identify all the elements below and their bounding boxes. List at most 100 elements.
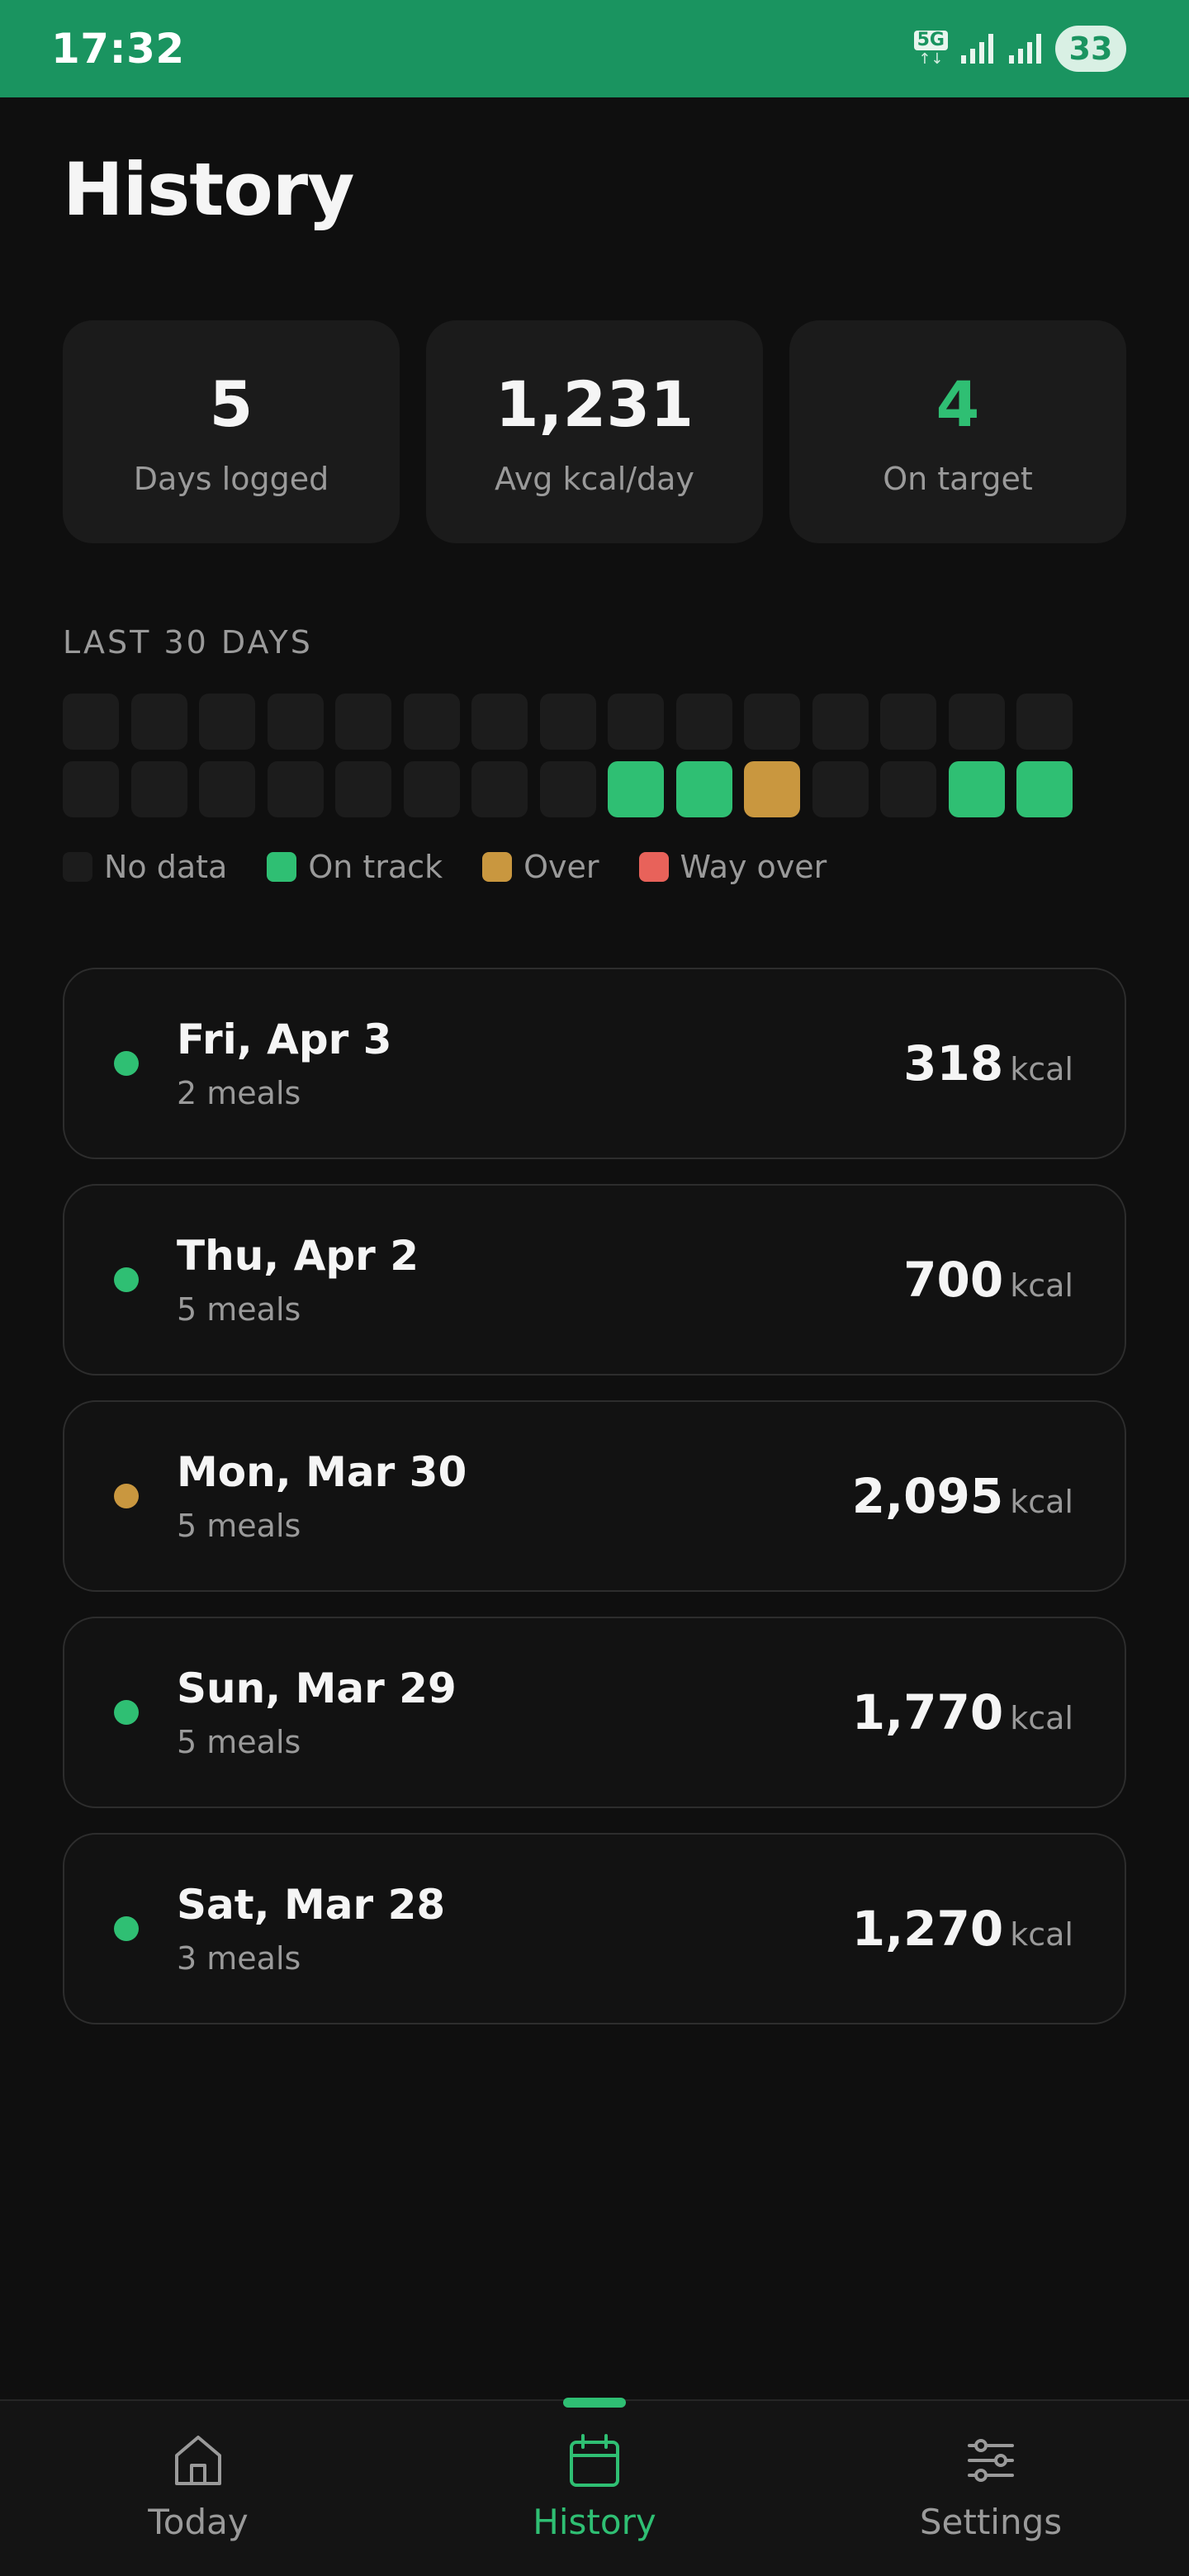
day-kcal-unit: kcal [1010, 1484, 1073, 1520]
nav-item-history[interactable]: History [396, 2398, 793, 2576]
day-kcal-unit: kcal [1010, 1051, 1073, 1087]
calendar-day-cell [63, 694, 119, 750]
page-title: History [63, 147, 354, 232]
calendar-day-cell [539, 761, 596, 817]
day-kcal-unit: kcal [1010, 1267, 1073, 1304]
legend-item-over: Over [482, 849, 599, 885]
status-dot [114, 1916, 139, 1941]
signal-icon [1009, 34, 1041, 64]
legend-swatch [267, 852, 297, 882]
calendar-day-cell [675, 761, 732, 817]
calendar-day-cell [199, 694, 255, 750]
stat-label: Days logged [133, 460, 329, 497]
day-kcal-value: 318 [903, 1035, 1004, 1091]
status-icons: 5G ↑↓ 33 [913, 26, 1126, 72]
calendar-day-cell [1016, 761, 1073, 817]
legend-label: Over [523, 849, 599, 885]
day-card[interactable]: Thu, Apr 2 5 meals 700 kcal [63, 1184, 1126, 1376]
calendar-day-cell [130, 694, 187, 750]
calendar-day-cell [675, 694, 732, 750]
calendar-heatmap [63, 694, 1078, 817]
calendar-day-cell [335, 761, 391, 817]
legend-item-no-data: No data [63, 849, 227, 885]
calendar-day-cell [539, 694, 596, 750]
calendar-day-cell [335, 694, 391, 750]
calendar-day-cell [812, 694, 869, 750]
legend-item-on-track: On track [267, 849, 443, 885]
day-kcal-value: 1,770 [851, 1684, 1004, 1740]
day-meal-count: 5 meals [177, 1724, 301, 1760]
legend-swatch [63, 852, 92, 882]
stat-card-days-logged: 5 Days logged [63, 320, 400, 543]
home-icon [175, 2436, 221, 2485]
calendar-day-cell [63, 761, 119, 817]
calendar-day-cell [403, 694, 460, 750]
day-meal-count: 5 meals [177, 1291, 301, 1328]
status-time: 17:32 [51, 25, 185, 73]
calendar-day-cell [812, 761, 869, 817]
calendar-day-cell [199, 761, 255, 817]
nav-label: Today [148, 2502, 249, 2542]
legend-label: On track [308, 849, 443, 885]
nav-item-today[interactable]: Today [0, 2401, 396, 2576]
legend-label: No data [104, 849, 228, 885]
stat-card-on-target: 4 On target [789, 320, 1126, 543]
day-kcal-value: 700 [903, 1252, 1004, 1308]
nav-label: Settings [919, 2502, 1063, 2542]
day-kcal-value: 2,095 [851, 1468, 1004, 1524]
day-meal-count: 5 meals [177, 1508, 301, 1544]
day-kcal-unit: kcal [1010, 1700, 1073, 1736]
calendar-day-cell [1016, 694, 1073, 750]
stat-card-avg-kcal: 1,231 Avg kcal/day [426, 320, 763, 543]
calendar-day-cell [471, 694, 528, 750]
legend-label: Way over [680, 849, 827, 885]
calendar-day-cell [948, 694, 1005, 750]
active-indicator [563, 2398, 626, 2408]
day-date: Sun, Mar 29 [177, 1664, 457, 1712]
day-date: Sat, Mar 28 [177, 1881, 446, 1929]
calendar-day-cell [403, 761, 460, 817]
day-list: Fri, Apr 3 2 meals 318 kcal Thu, Apr 2 5… [63, 968, 1126, 2024]
signal-icon [961, 34, 993, 64]
legend-swatch [482, 852, 513, 882]
calendar-heading: LAST 30 DAYS [63, 624, 313, 661]
legend-swatch [638, 852, 669, 882]
day-meal-count: 2 meals [177, 1075, 301, 1111]
day-date: Fri, Apr 3 [177, 1016, 392, 1063]
stat-label: On target [883, 460, 1033, 497]
day-card[interactable]: Fri, Apr 3 2 meals 318 kcal [63, 968, 1126, 1159]
calendar-icon [570, 2434, 619, 2487]
legend-item-way-over: Way over [638, 849, 827, 885]
calendar-day-cell [880, 694, 936, 750]
nav-item-settings[interactable]: Settings [793, 2401, 1189, 2576]
calendar-day-cell [608, 694, 664, 750]
calendar-legend: No data On track Over Way over [63, 849, 827, 885]
calendar-day-cell [948, 761, 1005, 817]
sliders-icon [968, 2439, 1014, 2482]
day-kcal-unit: kcal [1010, 1916, 1073, 1953]
day-meal-count: 3 meals [177, 1940, 301, 1977]
day-kcal-value: 1,270 [851, 1901, 1004, 1957]
day-date: Mon, Mar 30 [177, 1448, 467, 1496]
day-card[interactable]: Sat, Mar 28 3 meals 1,270 kcal [63, 1833, 1126, 2024]
calendar-day-cell [267, 694, 324, 750]
calendar-day-cell [608, 761, 664, 817]
bottom-nav: Today History Settings [0, 2398, 1189, 2576]
stat-value: 1,231 [495, 367, 694, 441]
network-5g-icon: 5G ↑↓ [913, 31, 948, 67]
calendar-day-cell [744, 761, 800, 817]
day-card[interactable]: Mon, Mar 30 5 meals 2,095 kcal [63, 1400, 1126, 1592]
calendar-day-cell [880, 761, 936, 817]
day-date: Thu, Apr 2 [177, 1232, 419, 1280]
calendar-day-cell [471, 761, 528, 817]
day-card[interactable]: Sun, Mar 29 5 meals 1,770 kcal [63, 1617, 1126, 1808]
stat-label: Avg kcal/day [495, 460, 694, 497]
status-dot [114, 1700, 139, 1725]
stats-row: 5 Days logged 1,231 Avg kcal/day 4 On ta… [63, 320, 1126, 543]
nav-label: History [533, 2502, 656, 2542]
stat-value: 5 [209, 367, 253, 441]
calendar-day-cell [744, 694, 800, 750]
calendar-day-cell [130, 761, 187, 817]
status-dot [114, 1484, 139, 1508]
calendar-day-cell [267, 761, 324, 817]
